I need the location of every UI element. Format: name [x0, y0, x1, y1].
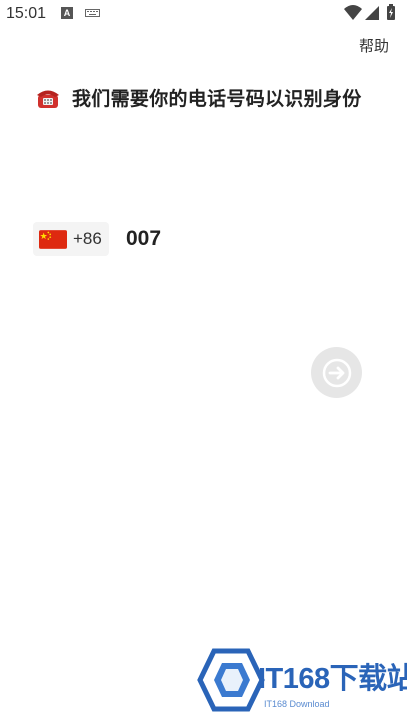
country-code: +86 [73, 229, 102, 248]
battery-icon [387, 4, 395, 20]
wifi-icon [344, 5, 362, 20]
signal-icon [365, 6, 379, 20]
watermark-emblem-icon [197, 648, 265, 712]
watermark-logo: IT168下载站 IT168 Download [196, 647, 407, 713]
watermark-subtext: IT168 Download [264, 699, 330, 709]
status-icons [344, 4, 395, 20]
country-code-selector[interactable]: +86 [33, 222, 109, 256]
page-title: 我们需要你的电话号码以识别身份 [72, 88, 362, 110]
arrow-right-icon [322, 358, 351, 387]
china-flag-icon [39, 229, 67, 249]
phone-number-input[interactable] [126, 223, 326, 255]
next-button[interactable] [311, 347, 362, 398]
notification-a-icon: A [61, 7, 73, 19]
status-bar: 15:01 A [0, 0, 407, 28]
telephone-icon [37, 90, 59, 108]
watermark-text: IT168下载站 [258, 663, 407, 695]
help-link[interactable]: 帮助 [359, 35, 389, 56]
title-row: 我们需要你的电话号码以识别身份 [36, 84, 362, 111]
status-time: 15:01 [6, 5, 47, 22]
keyboard-icon [85, 9, 100, 17]
